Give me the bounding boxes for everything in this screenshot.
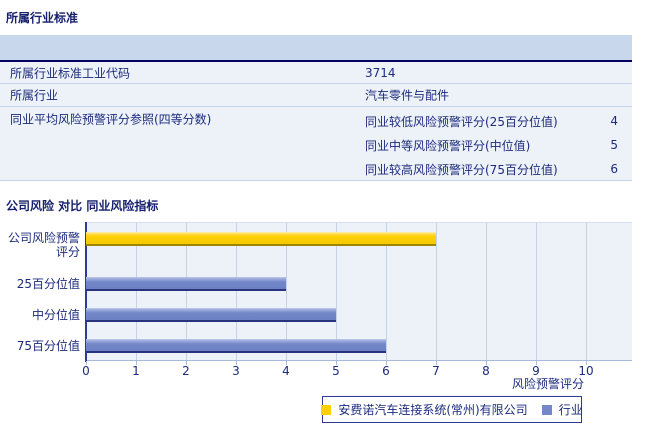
- subrow-median: 同业中等风险预警评分(中位值) 5: [365, 133, 618, 157]
- section-title-industry-standard: 所属行业标准: [6, 11, 79, 25]
- subrow-value: 5: [610, 138, 618, 152]
- industry-risk-report-page: 所属行业标准 所属行业标准工业代码 3714 所属行业 汽车零件与配件 同业平均…: [0, 0, 658, 431]
- row-label: 所属行业: [10, 88, 59, 103]
- row-value: 3714: [365, 65, 396, 80]
- chart-bar-industry: [86, 307, 336, 322]
- category-label: 25百分位值: [16, 276, 80, 291]
- x-tick-label: 1: [132, 364, 140, 378]
- legend-swatch-company: [321, 404, 332, 415]
- category-label: 中分位值: [31, 307, 80, 322]
- x-tick-label: 2: [182, 364, 190, 378]
- chart-row: 中分位值: [0, 299, 658, 330]
- chart-bar-industry: [86, 338, 386, 353]
- x-tick-label: 8: [482, 364, 490, 378]
- x-tick-label: 4: [282, 364, 290, 378]
- category-label: 75百分位值: [16, 338, 80, 353]
- x-tick-label: 3: [232, 364, 240, 378]
- table-header-row: [0, 35, 632, 62]
- legend-label: 安费诺汽车连接系统(常州)有限公司: [338, 403, 528, 417]
- subrow-75th-percentile: 同业较高风险预警评分(75百分位值) 6: [365, 157, 618, 181]
- chart-rows: 公司风险预警 评分 25百分位值中分位值 75百分位值: [0, 222, 658, 361]
- legend-item: 行业: [541, 401, 583, 418]
- subrow-label: 同业较低风险预警评分(25百分位值): [365, 114, 558, 129]
- row-value: 汽车零件与配件: [365, 88, 450, 103]
- table-row-peer-quartiles: 同业平均风险预警评分参照(四等分数) 同业较低风险预警评分(25百分位值) 4 …: [0, 107, 632, 181]
- subrow-value: 4: [610, 114, 618, 128]
- chart-row: 公司风险预警 评分: [0, 222, 658, 268]
- table-row-industry: 所属行业 汽车零件与配件: [0, 84, 632, 107]
- x-tick-label: 6: [382, 364, 390, 378]
- subrow-label: 同业较高风险预警评分(75百分位值): [365, 162, 558, 177]
- table-row-industry-code: 所属行业标准工业代码 3714: [0, 62, 632, 84]
- x-axis-title: 风险预警评分: [512, 377, 585, 391]
- legend-label: 行业: [558, 403, 583, 417]
- subrow-25th-percentile: 同业较低风险预警评分(25百分位值) 4: [365, 109, 618, 133]
- row-label: 所属行业标准工业代码: [10, 66, 131, 80]
- quartile-subrows: 同业较低风险预警评分(25百分位值) 4 同业中等风险预警评分(中位值) 5 同…: [365, 109, 618, 181]
- section-title-risk-comparison: 公司风险 对比 同业风险指标: [6, 199, 159, 213]
- category-label: 公司风险预警 评分: [7, 231, 80, 259]
- chart-bar-company: [86, 232, 436, 246]
- x-tick-label: 7: [432, 364, 440, 378]
- chart-row: 75百分位值: [0, 330, 658, 361]
- row-label: 同业平均风险预警评分参照(四等分数): [10, 112, 212, 127]
- legend-item: 安费诺汽车连接系统(常州)有限公司: [321, 401, 528, 418]
- subrow-label: 同业中等风险预警评分(中位值): [365, 138, 531, 153]
- subrow-value: 6: [610, 162, 618, 176]
- chart-legend: 安费诺汽车连接系统(常州)有限公司 行业: [321, 396, 583, 423]
- chart-row: 25百分位值: [0, 268, 658, 299]
- legend-swatch-industry: [541, 404, 552, 415]
- x-tick-label: 5: [332, 364, 340, 378]
- x-tick-label: 0: [82, 364, 90, 378]
- chart-bar-industry: [86, 276, 286, 291]
